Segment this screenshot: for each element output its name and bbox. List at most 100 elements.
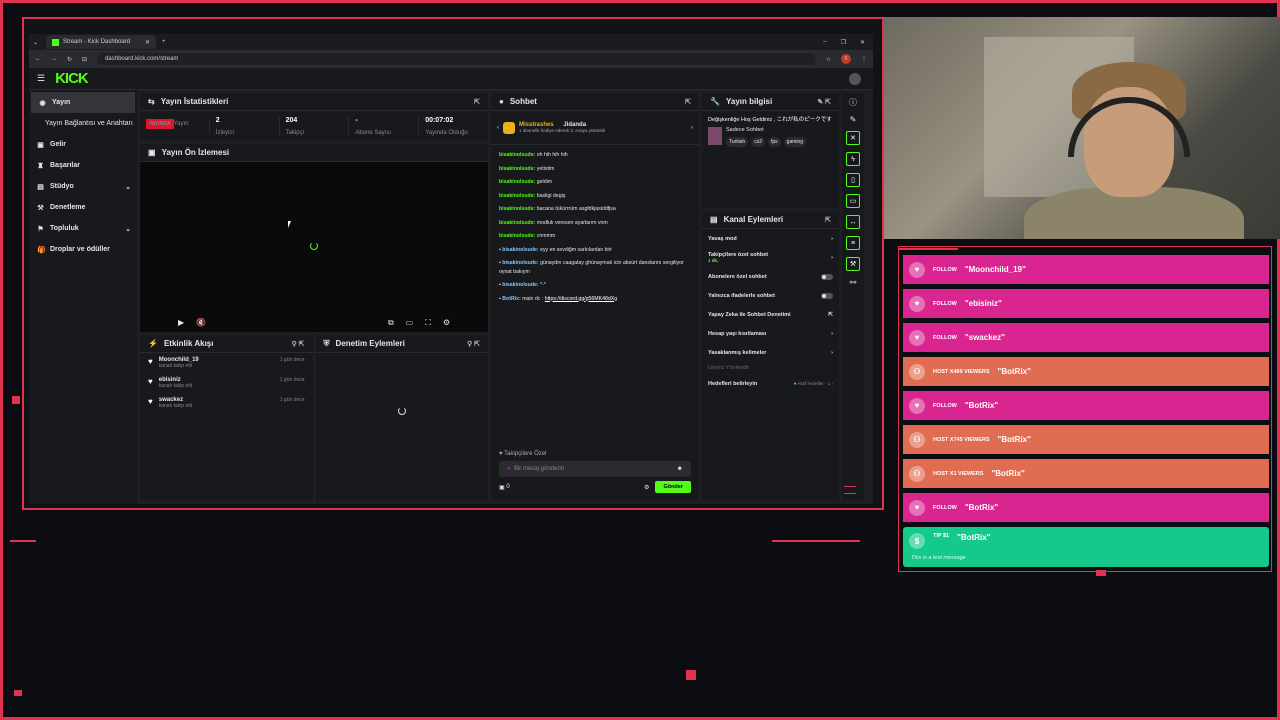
chat-user[interactable]: bisakinolsude: <box>502 247 538 253</box>
chat-message: bisakinolsude: geldim <box>499 176 691 190</box>
chat-link[interactable]: https://discord.gg/g56MK48dXg <box>545 296 617 302</box>
goals-row[interactable]: Hedefleri belirleyin ● Aktif hedefler - 1… <box>702 374 839 393</box>
tag-chip[interactable]: gaming <box>783 137 807 147</box>
minimize-icon[interactable]: – <box>823 39 826 46</box>
pip-icon[interactable]: ⧉ <box>388 318 394 328</box>
gift-badge-icon <box>503 121 515 134</box>
forward-icon[interactable]: → <box>51 56 57 62</box>
sidebar-item-gelir[interactable]: ▣ Gelir <box>29 134 137 155</box>
wrench-icon[interactable]: ⚒ <box>846 257 860 271</box>
url-field[interactable]: dashboard.kick.com/stream <box>97 53 816 65</box>
menu-kebab-icon[interactable]: ⋮ <box>861 56 867 63</box>
maximize-icon[interactable]: ❐ <box>841 39 846 46</box>
theater-icon[interactable]: ▭ <box>406 318 414 328</box>
kick-logo[interactable]: KICK <box>55 70 89 87</box>
chevron-right-icon: › <box>831 235 833 242</box>
broadcast-icon: ◉ <box>39 99 46 107</box>
subscribers-only-toggle[interactable] <box>821 273 833 280</box>
lightning-icon[interactable]: ϟ <box>846 152 860 166</box>
popout-icon[interactable]: ⇱ <box>685 98 691 106</box>
account-age-row[interactable]: Hesap yaşı kısıtlaması › <box>702 324 839 343</box>
tag-chip[interactable]: Turkish <box>726 137 749 147</box>
tab-list-icon[interactable]: ⌄ <box>33 39 38 46</box>
sidebar-item-basarilar[interactable]: ♜ Başarılar <box>29 155 137 176</box>
play-icon[interactable]: ▶ <box>178 318 184 328</box>
chat-user[interactable]: bisakinolsude: <box>499 179 535 185</box>
sidebar-item-denetleme[interactable]: ⚒ Denetleme <box>29 197 137 218</box>
site-info-icon[interactable]: ⊟ <box>82 56 87 63</box>
list-icon[interactable]: ≡ <box>846 236 860 250</box>
close-tab-icon[interactable]: ✕ <box>145 39 150 46</box>
tag-chip[interactable]: fps <box>768 137 781 147</box>
popout-icon[interactable]: ⇱ <box>825 216 831 224</box>
stat-value: 204 <box>285 116 298 124</box>
chat-user[interactable]: bisakinolsude: <box>499 206 535 212</box>
chat-user[interactable]: bisakinolsude: <box>499 233 535 239</box>
chat-user[interactable]: bisakinolsude: <box>499 152 535 158</box>
chat-user[interactable]: BotRix: <box>502 296 520 302</box>
share-icon[interactable]: ⚯ <box>850 278 857 287</box>
chat-user[interactable]: bisakinolsude: <box>502 282 538 288</box>
video-preview[interactable]: ▶ 🔇 ⧉ ▭ ⛶ ⚙ <box>140 162 488 332</box>
sidebar-item-stream-key[interactable]: Yayın Bağlantısı ve Anahtarı <box>29 113 137 134</box>
clear-chat-icon[interactable]: ✕ <box>846 131 860 145</box>
emote-only-toggle[interactable] <box>821 292 833 299</box>
browser-tab[interactable]: Stream - Kick Dashboard ✕ <box>46 35 157 49</box>
community-icon: ⚑ <box>37 225 44 233</box>
chat-user[interactable]: bisakinolsude: <box>499 193 535 199</box>
chat-input[interactable]: ● Bir mesaj gönderin ☻ <box>499 461 691 477</box>
extension-badge[interactable]: 0 <box>841 54 851 64</box>
tag-chip[interactable]: cs2 <box>751 137 765 147</box>
chat-user[interactable]: bisakinolsude: <box>499 220 535 226</box>
followers-only-row[interactable]: Takipçilere özel sohbet 1 dk. › <box>702 248 839 267</box>
panel-title: Etkinlik Akışı <box>163 339 214 348</box>
chat-settings-gear-icon[interactable]: ⚙ <box>644 484 649 491</box>
stat-label: İzleyici <box>215 129 234 136</box>
money-bag-icon: $ <box>909 533 925 549</box>
stream-category[interactable]: Sadece Sohbet <box>726 127 806 133</box>
chat-user[interactable]: bisakinolsude: <box>499 166 535 172</box>
new-tab-icon[interactable]: + <box>162 39 166 45</box>
sidebar-item-droplar[interactable]: 🎁 Droplar ve ödüller <box>29 239 137 260</box>
slow-mode-row[interactable]: Yavaş mod › <box>702 229 839 248</box>
pencil-icon[interactable]: ✎ <box>850 115 857 124</box>
filter-icon[interactable]: ⚲ ⇱ <box>467 340 480 348</box>
back-icon[interactable]: ← <box>35 56 41 62</box>
moderation-actions-panel: ⛨ Denetim Eylemleri ⚲ ⇱ <box>315 335 488 501</box>
hamburger-menu-icon[interactable]: ☰ <box>37 73 45 84</box>
stat-label: Abone Sayısı <box>355 129 392 136</box>
expand-horizontal-icon[interactable]: ↔ <box>846 215 860 229</box>
fullscreen-icon[interactable]: ⛶ <box>425 318 431 328</box>
bookmark-star-icon[interactable]: ☆ <box>826 56 831 63</box>
decor-dot <box>12 396 20 404</box>
dashboard-sidebar: ◉ Yayın Yayın Bağlantısı ve Anahtarı ▣ Gel… <box>29 90 137 504</box>
activity-time: 1 gün önce <box>279 397 305 403</box>
info-icon[interactable]: ⓘ <box>849 97 857 108</box>
settings-gear-icon[interactable]: ⚙ <box>443 318 450 328</box>
sidebar-item-topluluk[interactable]: ⚑ Topluluk ⌄ <box>29 218 137 239</box>
emoji-icon[interactable]: ☻ <box>677 466 683 472</box>
tab-title: Stream - Kick Dashboard <box>63 39 131 45</box>
chevron-left-icon[interactable]: ‹ <box>497 125 499 131</box>
sidebar-item-yayin[interactable]: ◉ Yayın <box>31 92 135 113</box>
send-button[interactable]: Gönder <box>655 481 691 493</box>
close-window-icon[interactable]: ✕ <box>860 39 865 46</box>
chevron-right-icon[interactable]: › <box>691 125 693 131</box>
edit-pencil-icon[interactable]: ✎ ⇱ <box>817 98 831 106</box>
banned-words-row[interactable]: Yasaklanmış kelimeler › <box>702 343 839 362</box>
row-label: Abonelere özel sohbet <box>708 273 767 280</box>
reload-icon[interactable]: ↻ <box>67 56 72 63</box>
chat-user[interactable]: bisakinolsude: <box>502 260 538 266</box>
ai-moderation-row[interactable]: Yapay Zeka ile Sohbet Denetimi ⇱ <box>702 305 839 324</box>
sidebar-item-studyo[interactable]: ▤ Stüdyo ⌄ <box>29 176 137 197</box>
user-avatar[interactable] <box>849 72 861 85</box>
popout-icon[interactable]: ⇱ <box>474 98 480 106</box>
alert-item: ⚇ HOST X1 VIEWERS "BotRix" <box>903 459 1269 488</box>
heart-icon: ♥ <box>909 295 925 312</box>
mute-icon[interactable]: 🔇 <box>196 318 206 328</box>
alert-type: HOST X1 VIEWERS <box>933 470 984 477</box>
filter-icon[interactable]: ⚲ ⇱ <box>292 340 305 348</box>
document-icon[interactable]: ▯ <box>846 173 860 187</box>
badge-icon: ▪ <box>499 282 501 288</box>
message-icon[interactable]: ▭ <box>846 194 860 208</box>
